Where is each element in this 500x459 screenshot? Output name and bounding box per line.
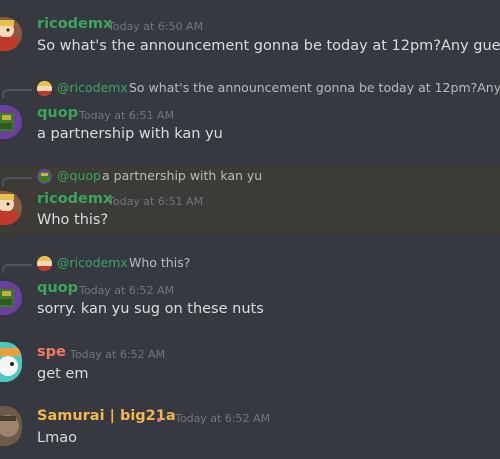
reply-text: So what's the announcement gonna be toda… — [129, 80, 500, 95]
reply-preview[interactable]: @ricodemx Who this? — [0, 255, 500, 273]
spe-avatar-icon[interactable] — [0, 342, 22, 382]
ricodemx-avatar-icon[interactable] — [0, 191, 22, 225]
chat-message: @ricodemx So what's the announcement gon… — [0, 72, 500, 165]
message-author[interactable]: quop — [37, 280, 78, 296]
message-timestamp: Today at 6:50 AM — [108, 20, 204, 33]
ricodemx-mini-avatar-icon — [37, 81, 52, 96]
chat-message: ricodemx Today at 6:50 AM So what's the … — [0, 0, 500, 72]
ricodemx-avatar-icon[interactable] — [0, 17, 22, 51]
message-timestamp: Today at 6:51 AM — [79, 109, 175, 122]
reply-spine — [2, 89, 32, 98]
message-author[interactable]: spe — [37, 344, 66, 360]
chat-message: @ricodemx Who this? quop Today at 6:52 A… — [0, 236, 500, 332]
message-content: So what's the announcement gonna be toda… — [37, 38, 500, 54]
reply-mention[interactable]: @ricodemx — [57, 80, 128, 95]
ricodemx-mini-avatar-icon — [37, 256, 52, 271]
reply-text: Who this? — [129, 255, 191, 270]
quop-mini-avatar-icon — [37, 169, 52, 184]
message-timestamp: Today at 6:52 AM — [175, 412, 271, 425]
reply-spine — [2, 177, 32, 186]
message-author[interactable]: ricodemx — [37, 191, 112, 207]
role-dot-icon — [157, 418, 161, 422]
message-timestamp: Today at 6:52 AM — [70, 348, 166, 361]
reply-preview[interactable]: @ricodemx So what's the announcement gon… — [0, 80, 500, 98]
message-content: Who this? — [37, 212, 109, 228]
chat-message: spe Today at 6:52 AM get em — [0, 332, 500, 402]
message-author[interactable]: Samurai | big21a — [37, 408, 176, 424]
reply-text: a partnership with kan yu — [102, 168, 263, 183]
message-timestamp: Today at 6:51 AM — [108, 195, 204, 208]
chat-message: Samurai | big21a Today at 6:52 AM Lmao — [0, 402, 500, 459]
chat-message-list[interactable]: ricodemx Today at 6:50 AM So what's the … — [0, 0, 500, 459]
quop-avatar-icon[interactable] — [0, 281, 22, 315]
reply-mention[interactable]: @ricodemx — [57, 255, 128, 270]
message-author[interactable]: quop — [37, 105, 78, 121]
message-content: sorry. kan yu sug on these nuts — [37, 301, 264, 317]
chat-message: @quop a partnership with kan yu ricodemx… — [0, 165, 500, 236]
reply-spine — [2, 264, 32, 273]
message-content: Lmao — [37, 430, 77, 446]
message-content: get em — [37, 366, 89, 382]
message-author[interactable]: ricodemx — [37, 16, 112, 32]
reply-mention[interactable]: @quop — [57, 168, 101, 183]
quop-avatar-icon[interactable] — [0, 105, 22, 139]
reply-preview[interactable]: @quop a partnership with kan yu — [0, 168, 500, 186]
message-content: a partnership with kan yu — [37, 126, 223, 142]
samurai-avatar-icon[interactable] — [0, 406, 22, 446]
message-timestamp: Today at 6:52 AM — [79, 284, 175, 297]
